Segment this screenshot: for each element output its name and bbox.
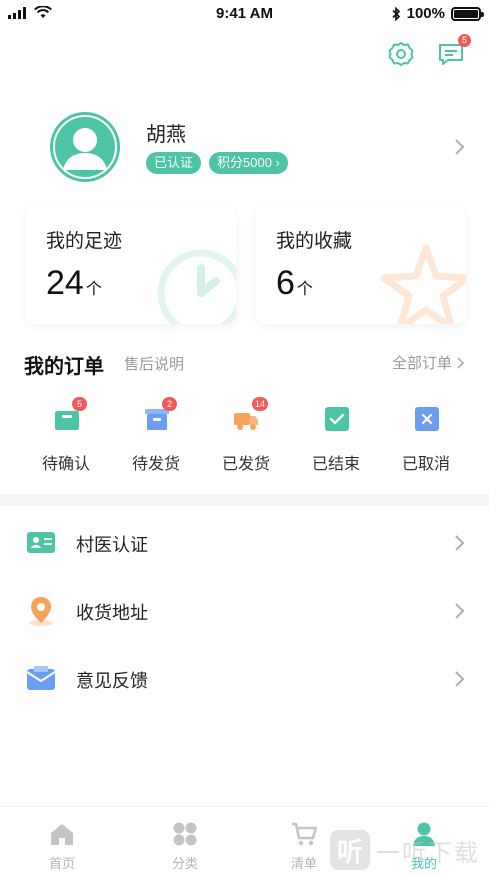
orders-header: 我的订单 售后说明 全部订单 bbox=[24, 350, 466, 378]
clock-decoration-icon bbox=[157, 249, 236, 324]
tab-label: 分类 bbox=[171, 856, 198, 871]
profile-section[interactable]: 胡燕 已认证 积分5000 › bbox=[50, 112, 470, 182]
footprint-unit: 个 bbox=[85, 281, 102, 298]
order-status-pending-confirm[interactable]: 5 待确认 bbox=[26, 397, 106, 473]
avatar[interactable] bbox=[50, 112, 120, 182]
gear-icon bbox=[388, 42, 414, 66]
chevron-right-icon bbox=[455, 603, 465, 619]
menu-item-feedback[interactable]: 意见反馈 bbox=[0, 645, 489, 713]
tab-category[interactable]: 分类 bbox=[145, 817, 225, 871]
bluetooth-icon bbox=[392, 6, 400, 21]
id-card-icon bbox=[27, 532, 55, 553]
battery-icon bbox=[451, 6, 484, 21]
orders-title: 我的订单 bbox=[24, 356, 104, 378]
status-right: 100% bbox=[391, 5, 484, 22]
verified-badge: 已认证 bbox=[146, 152, 202, 174]
order-badge: 2 bbox=[162, 397, 177, 411]
after-sales-link[interactable]: 售后说明 bbox=[124, 353, 184, 374]
home-icon bbox=[51, 824, 73, 845]
footprint-title: 我的足迹 bbox=[46, 231, 123, 252]
chevron-right-icon bbox=[455, 535, 465, 551]
finished-check-icon bbox=[325, 407, 349, 431]
menu-item-label: 村医认证 bbox=[76, 535, 148, 555]
menu-item-shipping-address[interactable]: 收货地址 bbox=[0, 577, 489, 645]
order-status-label: 待发货 bbox=[131, 456, 180, 473]
order-status-finished[interactable]: 已结束 bbox=[296, 402, 376, 473]
menu-item-label: 意见反馈 bbox=[76, 671, 148, 691]
menu-item-label: 收货地址 bbox=[76, 603, 148, 623]
category-icon bbox=[173, 822, 197, 846]
battery-percent: 100% bbox=[406, 5, 445, 22]
profile-tags: 已认证 积分5000 › bbox=[146, 152, 288, 174]
order-status-cancelled[interactable]: 已取消 bbox=[386, 402, 466, 473]
footprint-count-group: 24 个 bbox=[46, 264, 102, 303]
tab-label: 首页 bbox=[48, 856, 75, 871]
points-badge[interactable]: 积分5000 › bbox=[209, 152, 288, 174]
all-orders-link[interactable]: 全部订单 bbox=[392, 352, 466, 373]
all-orders-label: 全部订单 bbox=[391, 355, 452, 372]
status-bar: 9:41 AM 100% bbox=[0, 0, 489, 28]
order-status-label: 已结束 bbox=[311, 456, 360, 473]
watermark: 听 一听下载 bbox=[330, 830, 480, 870]
footprint-card[interactable]: 我的足迹 24 个 bbox=[26, 206, 236, 324]
footprint-count: 24 bbox=[46, 264, 84, 302]
chevron-right-icon bbox=[455, 139, 465, 155]
cart-icon bbox=[292, 822, 317, 846]
settings-button[interactable] bbox=[387, 40, 415, 68]
watermark-text: 一听下载 bbox=[376, 839, 480, 867]
order-status-pending-ship[interactable]: 2 待发货 bbox=[116, 397, 196, 473]
messages-button[interactable]: 5 bbox=[437, 34, 471, 68]
order-status-label: 待确认 bbox=[41, 456, 90, 473]
user-avatar-icon bbox=[53, 115, 117, 179]
favorites-title: 我的收藏 bbox=[276, 231, 353, 252]
favorites-count-group: 6个 bbox=[276, 264, 313, 303]
order-status-label: 已发货 bbox=[221, 456, 270, 473]
favorites-card[interactable]: 我的收藏 6个 bbox=[256, 206, 466, 324]
order-status-label: 已取消 bbox=[401, 456, 450, 473]
header-actions: 5 bbox=[387, 34, 471, 68]
chevron-right-icon bbox=[455, 671, 465, 687]
star-decoration-icon bbox=[380, 244, 466, 324]
user-name: 胡燕 bbox=[146, 124, 186, 146]
favorites-count: 6 bbox=[276, 264, 295, 302]
order-status-shipped[interactable]: 14 已发货 bbox=[206, 397, 286, 473]
menu-item-doctor-verification[interactable]: 村医认证 bbox=[0, 509, 489, 577]
section-divider bbox=[0, 494, 489, 506]
message-badge: 5 bbox=[458, 34, 471, 47]
watermark-logo-icon: 听 bbox=[330, 830, 370, 870]
mail-icon bbox=[26, 666, 56, 690]
favorites-unit: 个 bbox=[296, 281, 313, 298]
order-badge: 5 bbox=[72, 397, 87, 411]
location-pin-icon bbox=[29, 597, 53, 626]
chevron-right-icon bbox=[457, 356, 465, 369]
order-badge: 14 bbox=[252, 397, 269, 411]
cancelled-x-icon bbox=[415, 407, 439, 431]
tab-home[interactable]: 首页 bbox=[22, 817, 102, 871]
